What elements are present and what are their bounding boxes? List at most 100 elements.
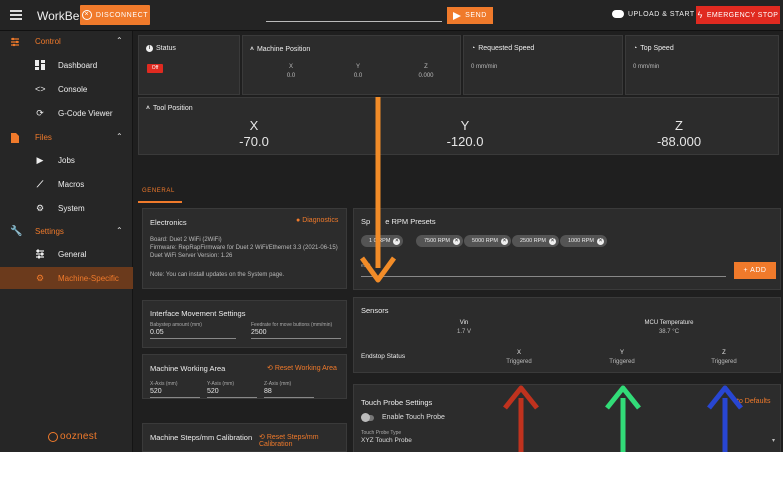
- endstop-status-label: Endstop Status: [361, 353, 406, 360]
- tab-active-indicator: [138, 201, 182, 203]
- probe-type-label: Touch Probe Type: [361, 430, 402, 436]
- 3d-rotation-icon: ⟳: [36, 108, 44, 118]
- disconnect-button[interactable]: × DISCONNECT: [80, 5, 150, 25]
- endstop-x: X Triggered: [494, 350, 544, 365]
- endstop-z: Z Triggered: [699, 350, 749, 365]
- vin-value: 1.7 V: [456, 329, 471, 335]
- requested-speed-value: 0 mm/min: [471, 64, 498, 70]
- status-title-row: i Status: [146, 45, 176, 52]
- nav-group-settings[interactable]: 🔧 Settings ⌃: [0, 221, 133, 243]
- gcode-command-input[interactable]: [266, 8, 442, 22]
- nav-group-control[interactable]: Control ⌃: [0, 31, 133, 53]
- axis-value: -120.0: [446, 134, 484, 149]
- close-icon[interactable]: ×: [453, 237, 460, 245]
- axis-label: Y: [460, 118, 470, 133]
- sidebar-item-jobs[interactable]: ▶ Jobs: [0, 149, 133, 171]
- status-title: Status: [156, 45, 176, 52]
- chevron-up-icon: ⌃: [116, 36, 123, 45]
- top-speed-title: Top Speed: [640, 45, 674, 52]
- feedrate-label: Feedrate for move buttons (mm/min): [251, 322, 333, 328]
- menu-icon[interactable]: [10, 10, 22, 20]
- close-icon[interactable]: ×: [393, 237, 401, 245]
- close-icon[interactable]: ×: [597, 237, 604, 245]
- logo-text: ooznest: [60, 431, 98, 442]
- axis-label: X: [249, 118, 259, 133]
- sidebar-item-label: System: [58, 204, 85, 213]
- estop-label: EMERGENCY STOP: [706, 11, 779, 19]
- z-axis-input[interactable]: 88: [264, 388, 314, 398]
- close-circle-icon: ×: [81, 10, 92, 20]
- machine-position-card: ⩚ Machine Position X 0.0 Y 0.0 Z 0.000: [242, 35, 461, 95]
- wifi-server-info: Duet WiFi Server Version: 1.26: [150, 253, 233, 259]
- requested-speed-title-row: ◔ Requested Speed: [471, 45, 534, 52]
- disconnect-label: DISCONNECT: [95, 11, 149, 19]
- mcu-label: MCU Temperature: [644, 320, 694, 326]
- sidebar-item-dashboard[interactable]: Dashboard: [0, 54, 133, 76]
- enable-probe-toggle[interactable]: [361, 413, 374, 422]
- close-icon[interactable]: ×: [549, 237, 556, 245]
- rpm-chip[interactable]: 1 0 RPM ×: [361, 235, 404, 247]
- chip-label: 2500 RPM: [520, 238, 546, 244]
- x-axis-label: X-Axis (mm): [150, 381, 178, 387]
- send-label: SEND: [465, 12, 487, 19]
- axis-value: -88.000: [656, 134, 702, 149]
- diagnostics-label: Diagnostics: [302, 217, 339, 224]
- rpm-chip[interactable]: 1000 RPM ×: [560, 235, 607, 247]
- settings-tabs: GENERAL: [134, 183, 783, 201]
- reset-defaults-button[interactable]: to Defaults: [737, 398, 770, 405]
- send-button[interactable]: SEND: [447, 7, 493, 24]
- speedometer-icon: ◔: [471, 45, 476, 52]
- rpm-chip[interactable]: 2500 RPM ×: [512, 235, 559, 247]
- tool-position-card: ⩚ Tool Position X -70.0 Y -120.0 Z -88.0…: [138, 97, 779, 155]
- axis-label: Y: [355, 64, 360, 70]
- x-axis-input[interactable]: 520: [150, 388, 200, 398]
- chip-label: 1 0 RPM: [369, 238, 391, 244]
- axis-value: 0.000: [418, 73, 434, 79]
- electronics-title: Electronics: [150, 218, 187, 227]
- nav-group-files[interactable]: Files ⌃: [0, 127, 133, 149]
- workbee-app: WorkBee × DISCONNECT SEND UPLOAD & START…: [0, 0, 783, 452]
- endstop-axis: X: [516, 350, 521, 356]
- reset-working-area-button[interactable]: ⟲ Reset Working Area: [267, 364, 337, 372]
- probe-type-select[interactable]: XYZ Touch Probe: [361, 437, 412, 444]
- gear-icon: ⚙: [35, 203, 45, 213]
- sidebar-item-label: Console: [58, 85, 88, 94]
- add-preset-button[interactable]: + ADD: [734, 262, 776, 279]
- machine-axis-z: Z 0.000: [411, 64, 441, 79]
- sidebar-item-machine-specific[interactable]: ⚙ Machine-Specific: [0, 267, 133, 289]
- y-axis-input[interactable]: 520: [207, 388, 257, 398]
- sidebar-item-label: Machine-Specific: [58, 274, 119, 283]
- info-icon: i: [146, 45, 153, 52]
- axis-label: X: [288, 64, 293, 70]
- tab-general[interactable]: GENERAL: [142, 188, 175, 194]
- working-area-card: Machine Working Area ⟲ Reset Working Are…: [142, 354, 347, 399]
- reset-steps-button[interactable]: ⟲ Reset Steps/mm Calibration: [259, 433, 346, 448]
- axis-value: 0.0: [286, 73, 296, 79]
- feedrate-input[interactable]: 2500: [251, 329, 341, 339]
- touch-probe-title: Touch Probe Settings: [361, 398, 433, 407]
- emergency-stop-button[interactable]: ϟ EMERGENCY STOP: [696, 6, 780, 24]
- wrench-icon: 🔧: [10, 226, 23, 237]
- sidebar-item-macros[interactable]: ⟋ Macros: [0, 173, 133, 195]
- logo-ring-icon: [48, 431, 58, 442]
- new-preset-input[interactable]: [361, 276, 726, 277]
- sidebar-item-general[interactable]: General: [0, 243, 133, 265]
- sidebar-item-console[interactable]: <> Console: [0, 78, 133, 100]
- upload-start-button[interactable]: UPLOAD & START: [612, 10, 695, 18]
- code-slash-icon: ⟋: [36, 179, 44, 189]
- diagnostics-link[interactable]: ● Diagnostics: [296, 217, 338, 224]
- babystep-input[interactable]: 0.05: [150, 329, 236, 339]
- history-icon: ⟲: [259, 434, 267, 441]
- close-icon[interactable]: ×: [501, 237, 508, 245]
- rpm-chip[interactable]: 7500 RPM ×: [416, 235, 463, 247]
- status-card: i Status Off: [138, 35, 240, 95]
- rpm-chip[interactable]: 5000 RPM ×: [464, 235, 511, 247]
- sensors-title: Sensors: [361, 306, 389, 315]
- steps-calibration-title: Machine Steps/mm Calibration: [150, 433, 253, 442]
- axis-label: Z: [424, 64, 428, 70]
- machine-axis-y: Y 0.0: [348, 64, 368, 79]
- endstop-state: Triggered: [506, 359, 532, 365]
- chip-label: 5000 RPM: [472, 238, 498, 244]
- sidebar-item-gcode-viewer[interactable]: ⟳ G-Code Viewer: [0, 102, 133, 124]
- sidebar-item-system[interactable]: ⚙ System: [0, 197, 133, 219]
